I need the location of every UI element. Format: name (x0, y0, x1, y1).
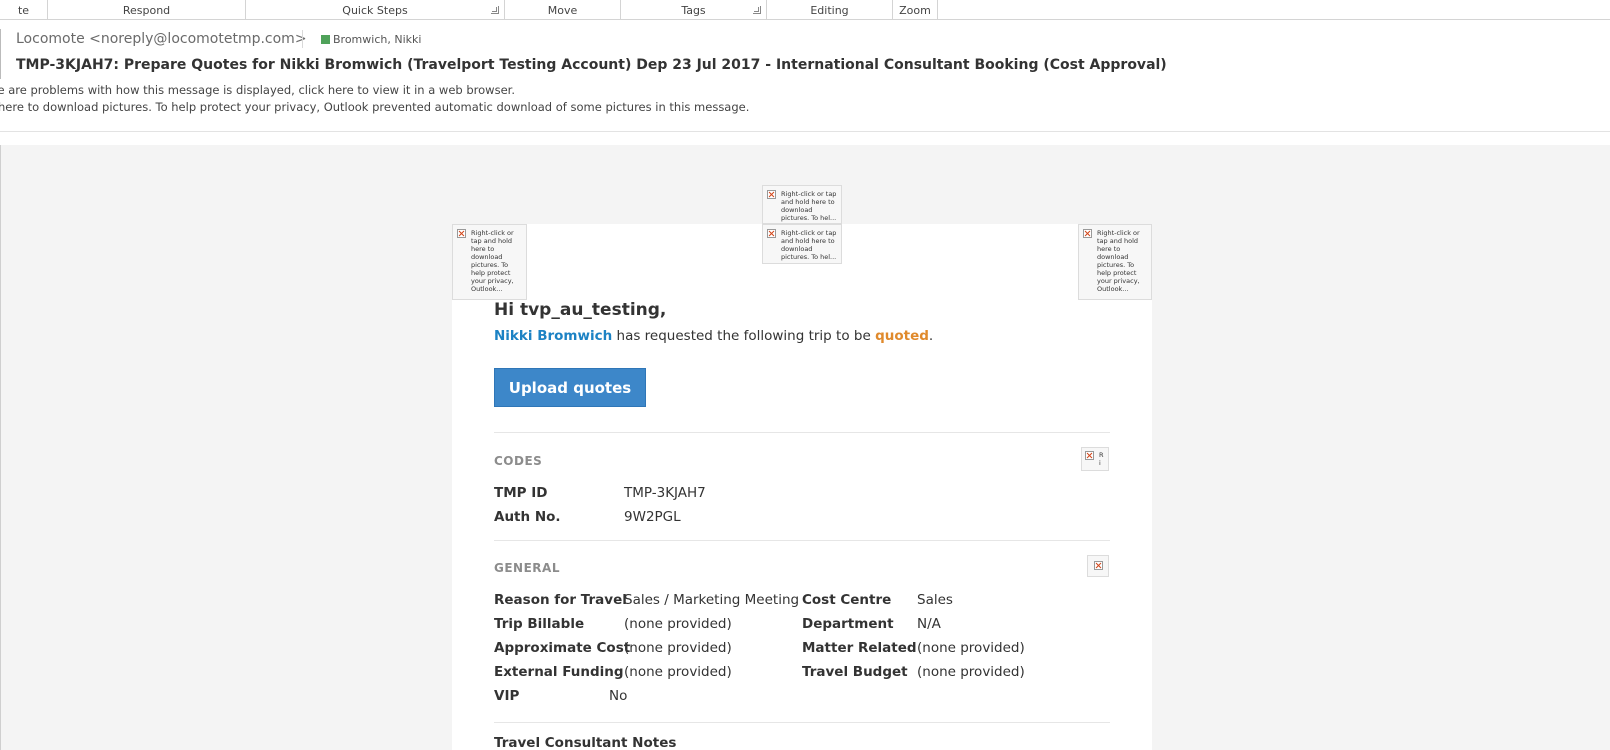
request-line: Nikki Bromwich has requested the followi… (494, 328, 933, 344)
period: . (928, 328, 934, 344)
dialog-launcher-icon[interactable] (491, 6, 499, 14)
upload-quotes-button[interactable]: Upload quotes (494, 368, 646, 407)
placeholder-text: R i (1099, 451, 1104, 467)
field-value-vip: No (609, 688, 628, 704)
ribbon-group-delete[interactable]: te (0, 0, 48, 20)
broken-image-icon (767, 229, 776, 238)
field-value-cost-centre: Sales (917, 592, 953, 608)
ribbon-group-label: Zoom (899, 4, 931, 17)
field-label-tmp-id: TMP ID (494, 485, 548, 501)
broken-image-icon (1083, 229, 1092, 238)
field-label-trip-billable: Trip Billable (494, 616, 585, 632)
email-window: te Respond Quick Steps Move Tags Editing… (0, 0, 1610, 750)
broken-image-icon (1085, 451, 1094, 460)
ribbon-group-label: Quick Steps (342, 4, 408, 17)
blocked-image-placeholder[interactable]: Right-click or tap and hold here to down… (762, 185, 842, 224)
ribbon-group-labels: te Respond Quick Steps Move Tags Editing… (0, 0, 1610, 20)
greeting: Hi tvp_au_testing, (494, 300, 667, 320)
field-label-cost-centre: Cost Centre (802, 592, 892, 608)
blocked-image-placeholder[interactable]: R i (1081, 447, 1109, 471)
field-value-approximate-cost: (none provided) (624, 640, 732, 656)
field-value-department: N/A (917, 616, 941, 632)
request-status: quoted (875, 328, 929, 344)
recipient-name: Bromwich, Nikki (333, 33, 422, 46)
section-divider (494, 722, 1110, 723)
section-divider (494, 540, 1110, 541)
ribbon-group-label: Editing (810, 4, 849, 17)
ribbon-group-editing[interactable]: Editing (767, 0, 893, 20)
infobar-display-problem[interactable]: re are problems with how this message is… (0, 83, 515, 97)
ribbon-group-tags[interactable]: Tags (621, 0, 767, 20)
field-label-external-funding: External Funding (494, 664, 624, 680)
field-label-department: Department (802, 616, 894, 632)
ribbon-group-label: Tags (681, 4, 706, 17)
ribbon-group-label: Respond (122, 4, 171, 17)
field-label-approximate-cost: Approximate Cost (494, 640, 631, 656)
sender-address[interactable]: Locomote <noreply@locomotetmp.com> (16, 31, 307, 47)
ribbon-group-move[interactable]: Move (505, 0, 621, 20)
section-title-general: GENERAL (494, 561, 560, 575)
placeholder-text: Right-click or tap and hold here to down… (781, 190, 837, 222)
section-divider (494, 432, 1110, 433)
blocked-image-placeholder[interactable]: Right-click or tap and hold here to down… (1078, 224, 1152, 300)
section-title-notes: Travel Consultant Notes (494, 735, 677, 750)
ribbon-group-zoom[interactable]: Zoom (893, 0, 938, 20)
blocked-image-placeholder[interactable]: Right-click or tap and hold here to down… (452, 224, 527, 300)
broken-image-icon (767, 190, 776, 199)
field-value-travel-budget: (none provided) (917, 664, 1025, 680)
header-divider (0, 29, 1, 79)
infobar-download-pictures[interactable]: here to download pictures. To help prote… (0, 100, 749, 114)
field-value-auth-no: 9W2PGL (624, 509, 681, 525)
ribbon-group-label: te (17, 4, 30, 17)
recipient-chip[interactable]: Bromwich, Nikki (321, 33, 421, 46)
field-label-travel-budget: Travel Budget (802, 664, 908, 680)
message-subject: TMP-3KJAH7: Prepare Quotes for Nikki Bro… (16, 57, 1167, 73)
field-label-reason-for-travel: Reason for Travel (494, 592, 627, 608)
placeholder-text: Right-click or tap and hold here to down… (781, 229, 837, 261)
field-value-trip-billable: (none provided) (624, 616, 732, 632)
ribbon-group-respond[interactable]: Respond (48, 0, 246, 20)
blocked-image-placeholder[interactable] (1087, 555, 1109, 577)
header-separator (302, 30, 303, 48)
field-label-vip: VIP (494, 688, 520, 704)
ribbon-group-label: Move (547, 4, 578, 17)
section-title-codes: CODES (494, 454, 543, 468)
field-value-reason-for-travel: Sales / Marketing Meeting (624, 592, 800, 608)
broken-image-icon (1094, 561, 1103, 570)
broken-image-icon (457, 229, 466, 238)
field-value-matter-related: (none provided) (917, 640, 1025, 656)
dialog-launcher-icon[interactable] (753, 6, 761, 14)
field-label-matter-related: Matter Related (802, 640, 917, 656)
field-value-tmp-id: TMP-3KJAH7 (624, 485, 706, 501)
blocked-image-placeholder[interactable]: Right-click or tap and hold here to down… (762, 224, 842, 264)
requester-name[interactable]: Nikki Bromwich (494, 328, 612, 344)
ribbon-group-quick-steps[interactable]: Quick Steps (246, 0, 505, 20)
request-text: has requested the following trip to be (616, 328, 871, 344)
contact-status-icon (321, 35, 330, 44)
field-label-auth-no: Auth No. (494, 509, 561, 525)
field-value-external-funding: (none provided) (624, 664, 732, 680)
placeholder-text: Right-click or tap and hold here to down… (1097, 229, 1140, 293)
placeholder-text: Right-click or tap and hold here to down… (471, 229, 514, 293)
message-header: Locomote <noreply@locomotetmp.com> Bromw… (0, 21, 1610, 132)
